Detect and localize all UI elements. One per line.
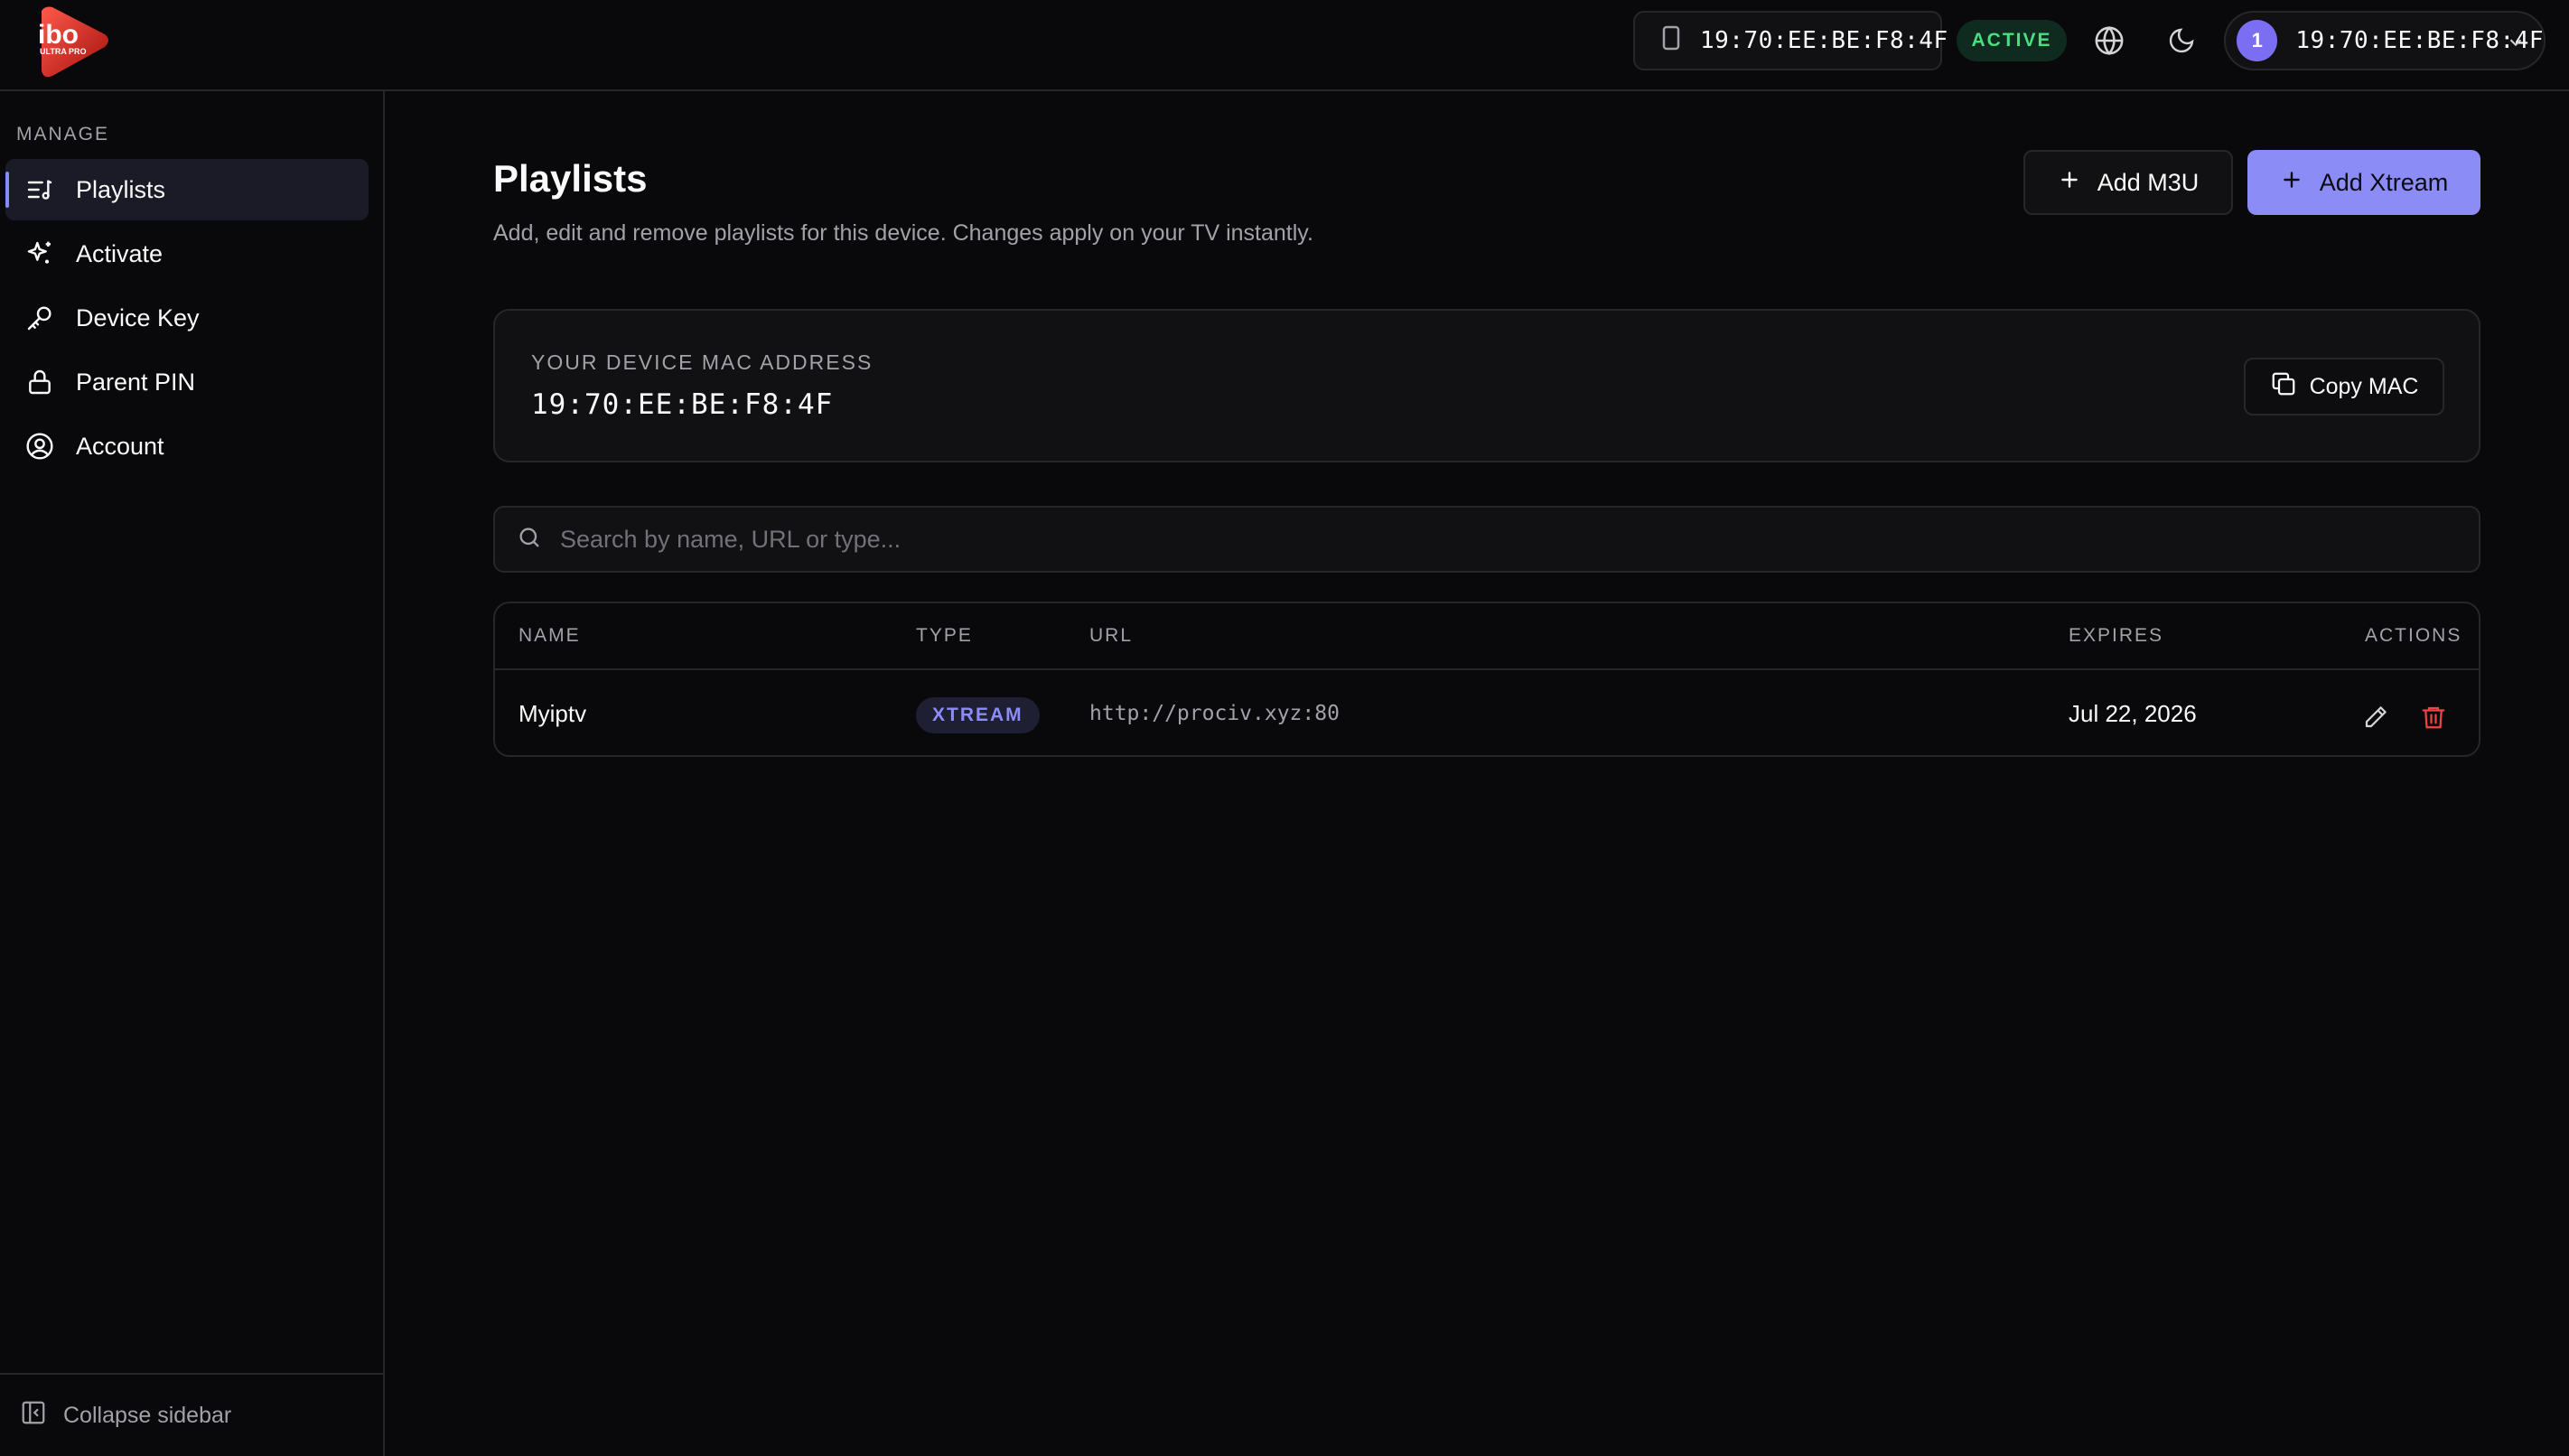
sidebar: MANAGE Playlists Activate Device Key Par… <box>0 91 385 1456</box>
column-header-actions: ACTIONS <box>2365 625 2462 646</box>
mac-address-card: YOUR DEVICE MAC ADDRESS 19:70:EE:BE:F8:4… <box>493 309 2480 462</box>
add-xtream-label: Add Xtream <box>2319 168 2449 196</box>
key-icon <box>23 302 56 334</box>
search-icon <box>517 525 542 555</box>
playlist-icon <box>23 173 56 206</box>
sidebar-item-account[interactable]: Account <box>5 415 369 477</box>
user-circle-icon <box>23 430 56 462</box>
column-header-type: TYPE <box>916 625 973 646</box>
status-badge: ACTIVE <box>1957 20 2067 61</box>
copy-icon <box>2270 370 2297 404</box>
table-row[interactable]: Myiptv XTREAM http://prociv.xyz:80 Jul 2… <box>495 670 2479 755</box>
table-header: NAME TYPE URL EXPIRES ACTIONS <box>495 603 2479 670</box>
search-input[interactable] <box>560 525 2479 554</box>
logo-text: ibo <box>38 20 79 50</box>
playlists-table: NAME TYPE URL EXPIRES ACTIONS Myiptv XTR… <box>493 602 2480 757</box>
sidebar-item-device-key[interactable]: Device Key <box>5 287 369 349</box>
sidebar-item-label: Parent PIN <box>76 368 196 396</box>
plus-icon <box>2280 168 2303 198</box>
playlist-url: http://prociv.xyz:80 <box>1089 702 1340 725</box>
account-menu[interactable]: 1 19:70:EE:BE:F8:4F <box>2224 11 2546 70</box>
chevron-down-icon <box>2506 33 2526 57</box>
add-m3u-label: Add M3U <box>2097 168 2200 196</box>
moon-icon[interactable] <box>2164 23 2199 58</box>
plus-icon <box>2058 168 2081 198</box>
edit-icon[interactable] <box>2361 703 2390 732</box>
avatar: 1 <box>2237 20 2278 61</box>
sidebar-item-label: Playlists <box>76 175 166 203</box>
add-xtream-button[interactable]: Add Xtream <box>2247 150 2480 215</box>
sidebar-item-label: Device Key <box>76 303 200 331</box>
mac-address-label: YOUR DEVICE MAC ADDRESS <box>531 350 873 374</box>
sidebar-item-playlists[interactable]: Playlists <box>5 159 369 220</box>
collapse-sidebar-button[interactable]: Collapse sidebar <box>0 1373 383 1456</box>
delete-icon[interactable] <box>2419 703 2448 732</box>
search-bar <box>493 506 2480 573</box>
lock-icon <box>23 366 56 398</box>
add-m3u-button[interactable]: Add M3U <box>2023 150 2233 215</box>
sidebar-item-parent-pin[interactable]: Parent PIN <box>5 351 369 413</box>
sidebar-item-label: Activate <box>76 239 163 267</box>
column-header-name: NAME <box>518 625 581 646</box>
copy-mac-label: Copy MAC <box>2309 373 2419 399</box>
mac-address-value: 19:70:EE:BE:F8:4F <box>531 388 834 421</box>
page-subtitle: Add, edit and remove playlists for this … <box>493 220 1313 246</box>
sidebar-item-label: Account <box>76 432 164 460</box>
device-mac-text: 19:70:EE:BE:F8:4F <box>1700 27 1948 54</box>
column-header-expires: EXPIRES <box>2069 625 2164 646</box>
sidebar-collapse-icon <box>20 1399 47 1433</box>
copy-mac-button[interactable]: Copy MAC <box>2244 358 2444 415</box>
playlist-expires: Jul 22, 2026 <box>2069 700 2197 727</box>
column-header-url: URL <box>1089 625 1134 646</box>
device-icon <box>1662 25 1680 57</box>
device-mac-chip[interactable]: 19:70:EE:BE:F8:4F <box>1633 11 1948 70</box>
page-title: Playlists <box>493 157 648 200</box>
collapse-sidebar-label: Collapse sidebar <box>63 1402 232 1428</box>
top-header: ibo ULTRA PRO 19:70:EE:BE:F8:4F ACTIVE 1… <box>0 0 2569 91</box>
playlist-name: Myiptv <box>518 700 587 727</box>
sparkle-icon <box>23 238 56 270</box>
app-logo[interactable]: ibo ULTRA PRO <box>33 4 112 79</box>
globe-icon[interactable] <box>2092 23 2126 58</box>
sidebar-section-label: MANAGE <box>16 124 110 145</box>
type-badge: XTREAM <box>916 697 1040 733</box>
sidebar-item-activate[interactable]: Activate <box>5 223 369 285</box>
logo-subtext: ULTRA PRO <box>40 47 87 56</box>
